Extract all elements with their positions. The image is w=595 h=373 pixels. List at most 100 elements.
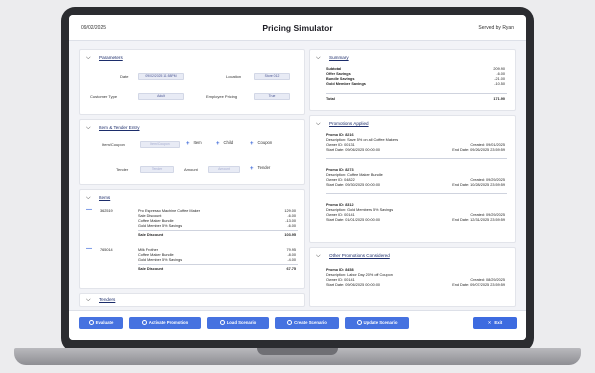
update-scenario-button[interactable]: Update Scenario: [345, 317, 409, 329]
summary-label: Offer Savings: [326, 72, 351, 76]
create-scenario-button[interactable]: Create Scenario: [275, 317, 339, 329]
add-child-button[interactable]: + Child: [216, 140, 233, 147]
divider: [326, 193, 507, 194]
promo-end: End Date: 10/28/2025 23:59:59: [452, 183, 505, 187]
customer-type-field[interactable]: Adult: [138, 93, 184, 100]
promotions-applied-header[interactable]: ⌵ Promotions Applied: [316, 121, 369, 128]
promo-owner: Owner ID: 00131: [326, 143, 355, 147]
tenders-header[interactable]: ⌵ Tenders: [86, 297, 115, 304]
action-bar: Evaluate Activate Promotion Load Scenari…: [69, 310, 526, 340]
plus-icon: +: [186, 141, 190, 147]
item-line-value: -6.00: [287, 214, 296, 218]
remove-item-button[interactable]: —: [86, 207, 92, 213]
items-header[interactable]: ⌵ Items: [86, 195, 110, 202]
location-label: Location: [226, 74, 242, 79]
promo-start: Start Date: 09/06/2025 00:00:00: [326, 283, 381, 287]
chevron-down-icon: ⌵: [316, 253, 321, 259]
create-icon: [287, 320, 293, 325]
other-promotions-header[interactable]: ⌵ Other Promotions Considered: [316, 253, 390, 260]
summary-header[interactable]: ⌵ Summary: [316, 55, 349, 62]
load-icon: [219, 320, 225, 325]
item-total-label: Sale Discount: [138, 267, 164, 271]
item-total-value: 67.75: [286, 267, 296, 271]
promo-description: Description: Labor Day 20% off Coupon: [326, 273, 393, 277]
employee-pricing-field[interactable]: True: [254, 93, 290, 100]
summary-value: -6.00: [496, 72, 505, 76]
activate-icon: [141, 320, 147, 325]
summary-total-value: 171.90: [493, 97, 505, 101]
chevron-down-icon: ⌵: [86, 195, 91, 201]
chevron-down-icon: ⌵: [316, 55, 321, 61]
item-tender-panel: ⌵ Item & Tender Entry Item/Coupon Item/Co…: [79, 119, 305, 185]
item-coupon-input[interactable]: Item/Coupon: [140, 141, 180, 148]
promo-created: Created: 09/29/2025: [470, 213, 505, 217]
laptop-notch: [257, 348, 338, 355]
promo-start: Start Date: 09/06/2025 00:00:00: [326, 148, 381, 152]
customer-type-label: Customer Type: [90, 94, 118, 99]
item-line-value: 129.00: [284, 209, 296, 213]
promo-description: Description: Save 5% on all Coffee Maker…: [326, 138, 399, 142]
promo-id: Promo ID: 8216: [326, 133, 354, 137]
chevron-down-icon: ⌵: [86, 125, 91, 131]
promo-end: End Date: 12/31/2025 23:59:59: [452, 218, 505, 222]
amount-input[interactable]: Amount: [208, 166, 240, 173]
item-line-value: -4.00: [287, 258, 296, 262]
date-label: Date: [120, 74, 129, 79]
remove-item-button[interactable]: —: [86, 246, 92, 252]
tender-input[interactable]: Tender: [140, 166, 174, 173]
item-coupon-label: Item/Coupon: [102, 142, 125, 147]
promo-created: Created: 09/29/2025: [470, 178, 505, 182]
promo-start: Start Date: 01/01/2025 00:00:00: [326, 218, 381, 222]
promo-owner: Owner ID: 04822: [326, 178, 355, 182]
promo-end: End Date: 09/07/2025 23:59:59: [452, 283, 505, 287]
other-promotions-panel: ⌵ Other Promotions Considered Promo ID: 8…: [309, 247, 516, 307]
item-line-desc: Gold Member 5% Savings: [138, 258, 183, 262]
tender-label: Tender: [116, 167, 129, 172]
promo-id: Promo ID: 8312: [326, 203, 354, 207]
chevron-down-icon: ⌵: [86, 297, 91, 303]
app-window: 09/02/2025 Pricing Simulator Served by R…: [69, 15, 526, 340]
exit-button[interactable]: ✕ Exit: [473, 317, 517, 329]
plus-icon: +: [250, 141, 254, 147]
tenders-panel: ⌵ Tenders: [79, 293, 305, 307]
items-panel: ⌵ Items — 362519 Pro Espresso Machine Cof…: [79, 189, 305, 289]
parameters-header[interactable]: ⌵ Parameters: [86, 55, 123, 62]
plus-icon: +: [250, 166, 254, 172]
load-scenario-button[interactable]: Load Scenario: [207, 317, 269, 329]
promo-created: Created: 08/29/2025: [470, 278, 505, 282]
promo-description: Description: Gold Members 5% Savings: [326, 208, 394, 212]
add-coupon-button[interactable]: + Coupon: [250, 140, 272, 147]
page-title: Pricing Simulator: [262, 23, 333, 33]
item-total-label: Sale Discount: [138, 233, 164, 237]
plus-icon: +: [216, 141, 220, 147]
summary-value: -10.50: [494, 82, 505, 86]
item-total-value: 103.95: [284, 233, 296, 237]
promotions-applied-panel: ⌵ Promotions Applied Promo ID: 8216 Descr…: [309, 115, 516, 243]
parameters-panel: ⌵ Parameters Date 09/02/2025 11:58PM Loca…: [79, 49, 305, 115]
item-line-value: -13.00: [285, 219, 296, 223]
item-tender-header[interactable]: ⌵ Item & Tender Entry: [86, 125, 140, 132]
item-line-desc: Sale Discount: [138, 214, 162, 218]
add-tender-button[interactable]: + Tender: [250, 165, 270, 172]
evaluate-button[interactable]: Evaluate: [79, 317, 123, 329]
item-line-desc: Coffee Maker Bundle: [138, 219, 174, 223]
item-line-desc: Coffee Maker Bundle: [138, 253, 174, 257]
activate-promotion-button[interactable]: Activate Promotion: [129, 317, 201, 329]
promo-owner: Owner ID: 00141: [326, 213, 355, 217]
add-item-button[interactable]: + Item: [186, 140, 202, 147]
summary-value: 209.90: [493, 67, 505, 71]
divider: [326, 93, 507, 94]
amount-label: Amount: [184, 167, 198, 172]
promo-owner: Owner ID: 00141: [326, 278, 355, 282]
item-line-value: 79.95: [286, 248, 296, 252]
divider: [326, 158, 507, 159]
update-icon: [356, 320, 362, 325]
item-code: 362519: [100, 209, 113, 213]
promo-description: Description: Coffee Maker Bundle: [326, 173, 383, 177]
summary-label: Gold Member Savings: [326, 82, 366, 86]
item-line-desc: Gold Member 5% Savings: [138, 224, 183, 228]
summary-value: -21.00: [494, 77, 505, 81]
summary-label: Bundle Savings: [326, 77, 355, 81]
location-field[interactable]: Store 012: [254, 73, 290, 80]
date-field[interactable]: 09/02/2025 11:58PM: [138, 73, 184, 80]
